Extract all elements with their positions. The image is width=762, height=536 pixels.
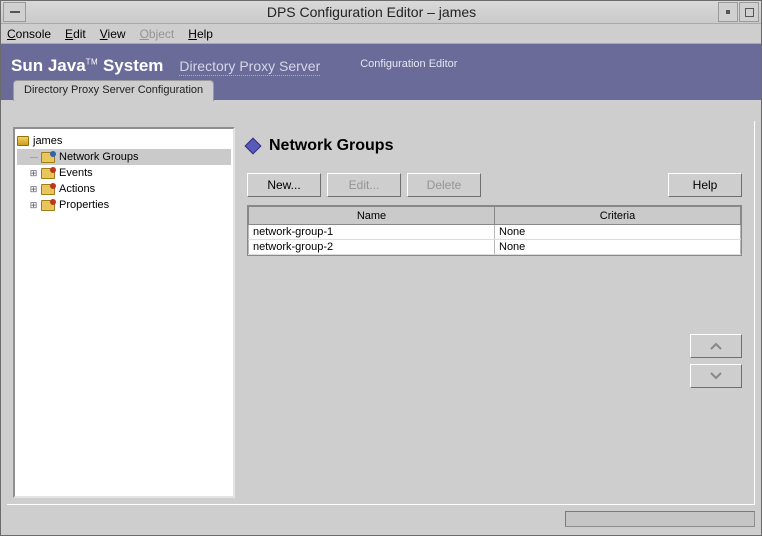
expand-icon[interactable]: ⊞ (29, 201, 38, 210)
cell-name: network-group-1 (249, 225, 495, 240)
banner-subtitle: Configuration Editor (360, 58, 457, 70)
minimize-icon (726, 10, 730, 14)
move-up-button[interactable] (690, 334, 742, 358)
cell-name: network-group-2 (249, 240, 495, 255)
status-well (565, 511, 755, 527)
folder-icon (41, 184, 55, 195)
cell-criteria: None (495, 240, 741, 255)
delete-button[interactable]: Delete (407, 173, 481, 197)
tab-dps-configuration[interactable]: Directory Proxy Server Configuration (13, 80, 214, 101)
expand-icon[interactable]: ⊞ (29, 185, 38, 194)
banner: Sun JavaTM System Directory Proxy Server… (1, 44, 761, 80)
content-header: Network Groups (247, 137, 748, 155)
product-name: Directory Proxy Server (179, 58, 320, 76)
reorder-buttons (690, 334, 742, 388)
table-header-row: Name Criteria (249, 207, 741, 225)
cell-criteria: None (495, 225, 741, 240)
move-down-button[interactable] (690, 364, 742, 388)
chevron-down-icon (709, 371, 723, 381)
tree-node-properties[interactable]: ⊞ Properties (17, 197, 231, 213)
tree-node-label: Events (59, 167, 93, 179)
dash-icon (10, 11, 20, 13)
menu-object: Object (140, 27, 175, 41)
titlebar: DPS Configuration Editor – james (1, 1, 761, 24)
menu-console[interactable]: Console (7, 27, 51, 41)
menu-view[interactable]: View (100, 27, 126, 41)
workspace: james Network Groups ⊞ Events ⊞ Actions ⊞ Prop… (7, 121, 755, 505)
minimize-button[interactable] (718, 2, 738, 22)
content-panel: Network Groups New... Edit... Delete Hel… (241, 127, 748, 498)
brand-tm: TM (86, 57, 99, 66)
menubar: Console Edit View Object Help (1, 24, 761, 44)
table-wrap: Name Criteria network-group-1Nonenetwork… (247, 205, 742, 256)
button-row: New... Edit... Delete Help (247, 173, 742, 197)
window-title: DPS Configuration Editor – james (26, 4, 717, 20)
tree-node-label: Actions (59, 183, 95, 195)
tree-root-label: james (33, 135, 62, 147)
tree-line-icon (29, 153, 38, 162)
tree-node-events[interactable]: ⊞ Events (17, 165, 231, 181)
maximize-button[interactable] (739, 2, 759, 22)
chevron-up-icon (709, 341, 723, 351)
app-window: DPS Configuration Editor – james Console… (0, 0, 762, 536)
table-row[interactable]: network-group-1None (249, 225, 741, 240)
tree-node-network-groups[interactable]: Network Groups (17, 149, 231, 165)
network-groups-table[interactable]: Name Criteria network-group-1Nonenetwork… (248, 206, 741, 255)
content-title: Network Groups (269, 137, 393, 155)
tree-node-label: Properties (59, 199, 109, 211)
col-criteria[interactable]: Criteria (495, 207, 741, 225)
maximize-icon (745, 8, 754, 17)
brand-prefix: Sun Java (11, 56, 86, 75)
system-menu-button[interactable] (3, 2, 26, 22)
new-button[interactable]: New... (247, 173, 321, 197)
statusbar (7, 511, 755, 529)
tabstrip: Directory Proxy Server Configuration (1, 80, 761, 100)
menu-help[interactable]: Help (188, 27, 213, 41)
help-button[interactable]: Help (668, 173, 742, 197)
folder-icon (41, 168, 55, 179)
tree-node-actions[interactable]: ⊞ Actions (17, 181, 231, 197)
brand-text: Sun JavaTM System (11, 56, 163, 76)
host-icon (17, 136, 29, 146)
folder-icon (41, 200, 55, 211)
table-row[interactable]: network-group-2None (249, 240, 741, 255)
window-buttons (717, 2, 759, 22)
col-name[interactable]: Name (249, 207, 495, 225)
brand-suffix: System (98, 56, 163, 75)
edit-button[interactable]: Edit... (327, 173, 401, 197)
expand-icon[interactable]: ⊞ (29, 169, 38, 178)
tree-node-label: Network Groups (59, 151, 138, 163)
tree-panel[interactable]: james Network Groups ⊞ Events ⊞ Actions ⊞ Prop… (13, 127, 235, 498)
diamond-icon (245, 138, 262, 155)
tree-root[interactable]: james (17, 133, 231, 149)
menu-edit[interactable]: Edit (65, 27, 86, 41)
folder-icon (41, 152, 55, 163)
